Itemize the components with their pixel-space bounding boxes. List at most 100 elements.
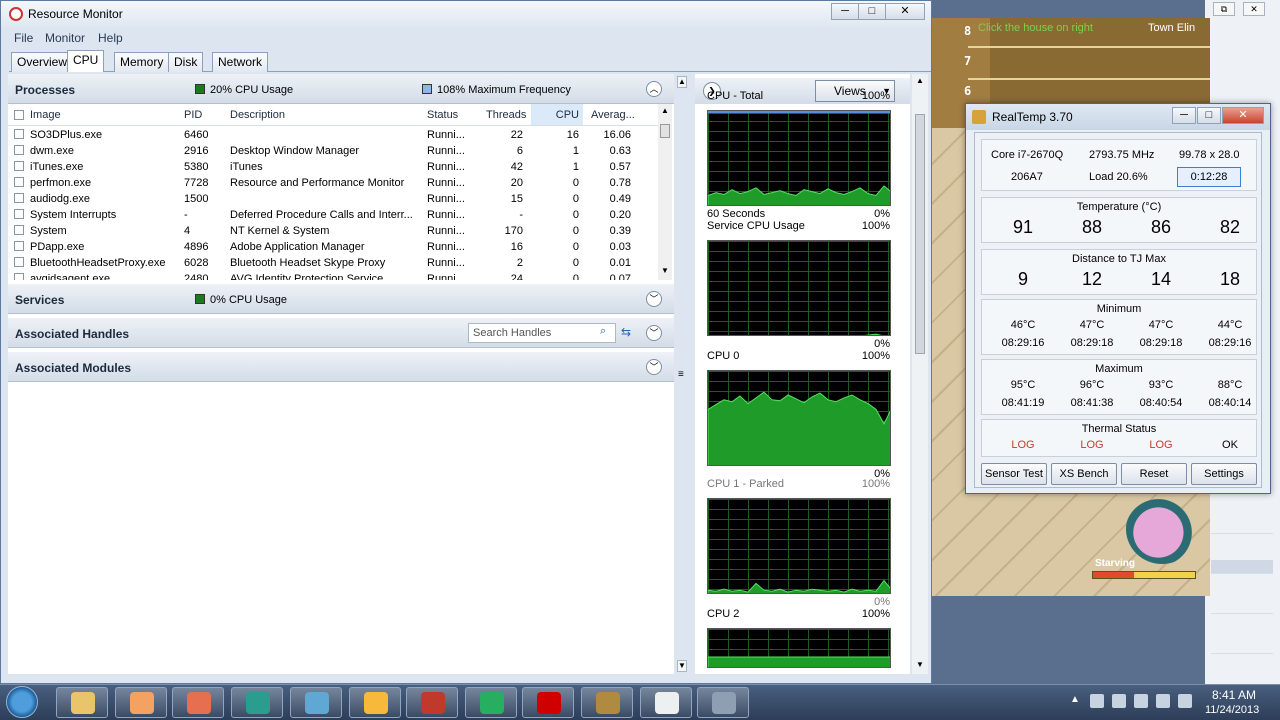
processes-scrollbar[interactable]: ▲ ▼ xyxy=(658,104,672,280)
row-checkbox[interactable] xyxy=(14,193,24,203)
realtemp-maximize-button[interactable]: □ xyxy=(1197,107,1221,124)
tray-icon[interactable] xyxy=(1112,694,1126,708)
select-all-checkbox[interactable] xyxy=(14,110,24,120)
splitter-grip-icon[interactable]: ≡ xyxy=(678,369,684,380)
title-bar[interactable]: Resource Monitor ─ □ ✕ xyxy=(1,1,931,27)
menu-help[interactable]: Help xyxy=(98,31,123,45)
taskbar-app-button[interactable] xyxy=(406,687,458,718)
table-row[interactable]: dwm.exe 2916 Desktop Window Manager Runni..… xyxy=(8,144,658,160)
taskbar-app-button[interactable] xyxy=(231,687,283,718)
graph-min-label: 0% xyxy=(874,338,890,350)
menu-file[interactable]: File xyxy=(14,31,33,45)
tray-icon[interactable] xyxy=(1134,694,1148,708)
taskbar-app-button[interactable] xyxy=(522,687,574,718)
xs-bench-button[interactable]: XS Bench xyxy=(1051,463,1117,485)
row-checkbox[interactable] xyxy=(14,273,24,280)
taskbar-app-button[interactable] xyxy=(56,687,108,718)
row-checkbox[interactable] xyxy=(14,257,24,267)
services-header[interactable]: Services 0% CPU Usage ﹀ xyxy=(8,284,674,314)
taskbar-app-button[interactable] xyxy=(349,687,401,718)
expand-services-icon[interactable]: ﹀ xyxy=(646,291,662,307)
expand-modules-icon[interactable]: ﹀ xyxy=(646,359,662,375)
settings-button[interactable]: Settings xyxy=(1191,463,1257,485)
volume-icon[interactable] xyxy=(1178,694,1192,708)
row-checkbox[interactable] xyxy=(14,241,24,251)
column-cpu[interactable]: CPU xyxy=(531,104,583,125)
graphs-scroll-down-icon[interactable]: ▼ xyxy=(916,660,924,669)
table-row[interactable]: avgidsagent.exe 2480 AVG Identity Protecti… xyxy=(8,272,658,280)
search-handles-input[interactable]: Search Handles xyxy=(468,323,616,343)
column-image[interactable]: Image xyxy=(30,109,61,121)
table-row[interactable]: perfmon.exe 7728 Resource and Performance … xyxy=(8,176,658,192)
taskbar-app-button[interactable] xyxy=(581,687,633,718)
clock-time[interactable]: 8:41 AM xyxy=(1212,688,1256,702)
tab-overview[interactable]: Overview xyxy=(11,52,74,72)
graphs-scrollbar[interactable]: ▲ ▼ xyxy=(912,74,928,674)
column-description[interactable]: Description xyxy=(230,109,285,121)
graphs-scroll-up-icon[interactable]: ▲ xyxy=(916,76,924,85)
table-cell: 0 xyxy=(572,241,579,253)
sensor-test-button[interactable]: Sensor Test xyxy=(981,463,1047,485)
taskbar-app-button[interactable] xyxy=(465,687,517,718)
splitter-up-icon[interactable]: ▲ xyxy=(677,76,687,88)
table-row[interactable]: audiodg.exe 1500 Runni... 15 0 0.49 xyxy=(8,192,658,208)
taskbar-app-button[interactable] xyxy=(115,687,167,718)
game-character-icon[interactable] xyxy=(1126,494,1198,564)
table-row[interactable]: iTunes.exe 5380 iTunes Runni... 42 1 0.57 xyxy=(8,160,658,176)
tab-cpu[interactable]: CPU xyxy=(67,50,105,72)
network-icon[interactable] xyxy=(1156,694,1170,708)
row-checkbox[interactable] xyxy=(14,209,24,219)
graphs-scrollbar-thumb[interactable] xyxy=(915,114,925,354)
taskbar-app-button[interactable] xyxy=(172,687,224,718)
table-cell: Runni... xyxy=(427,273,465,280)
splitter-down-icon[interactable]: ▼ xyxy=(677,660,687,672)
table-row[interactable]: BluetoothHeadsetProxy.exe 6028 Bluetooth H… xyxy=(8,256,658,272)
scroll-up-icon[interactable]: ▲ xyxy=(661,106,669,115)
refresh-search-icon[interactable]: ⇆ xyxy=(621,325,631,339)
row-checkbox[interactable] xyxy=(14,129,24,139)
clock-app-icon xyxy=(655,692,679,714)
timer-button[interactable]: 0:12:28 xyxy=(1177,167,1241,187)
column-average[interactable]: Averag... xyxy=(591,109,635,121)
row-checkbox[interactable] xyxy=(14,161,24,171)
column-threads[interactable]: Threads xyxy=(486,109,526,121)
taskbar-app-button[interactable] xyxy=(640,687,692,718)
taskbar-app-button[interactable] xyxy=(290,687,342,718)
table-row[interactable]: System Interrupts - Deferred Procedure Cal… xyxy=(8,208,658,224)
processes-header[interactable]: Processes 20% CPU Usage 108% Maximum Fre… xyxy=(8,74,674,104)
maximize-button[interactable]: □ xyxy=(858,3,886,20)
start-button[interactable] xyxy=(6,686,38,718)
tab-disk[interactable]: Disk xyxy=(168,52,204,72)
close-button[interactable]: ✕ xyxy=(885,3,925,20)
column-status[interactable]: Status xyxy=(427,109,458,121)
modules-header[interactable]: Associated Modules ﹀ xyxy=(8,352,674,382)
realtemp-title-bar[interactable]: RealTemp 3.70 ─ □ ✕ xyxy=(966,104,1270,130)
search-icon[interactable]: ⌕ xyxy=(600,325,606,338)
processes-title: Processes xyxy=(15,83,76,97)
table-row[interactable]: System 4 NT Kernel & System Runni... 170 0 0.3… xyxy=(8,224,658,240)
scroll-down-icon[interactable]: ▼ xyxy=(661,266,669,275)
row-checkbox[interactable] xyxy=(14,145,24,155)
reset-button[interactable]: Reset xyxy=(1121,463,1187,485)
clock-date[interactable]: 11/24/2013 xyxy=(1205,704,1259,716)
pane-splitter[interactable]: ▲ ≡ ▼ xyxy=(674,74,688,674)
table-row[interactable]: PDapp.exe 4896 Adobe Application Manager Ru… xyxy=(8,240,658,256)
minimize-button[interactable]: ─ xyxy=(831,3,859,20)
scrollbar-thumb[interactable] xyxy=(660,124,670,138)
tray-icon[interactable] xyxy=(1090,694,1104,708)
tab-memory[interactable]: Memory xyxy=(114,52,170,72)
column-pid[interactable]: PID xyxy=(184,109,202,121)
collapse-processes-icon[interactable]: ︿ xyxy=(646,81,662,97)
taskbar-app-button[interactable] xyxy=(697,687,749,718)
table-cell: 6460 xyxy=(184,129,209,141)
table-cell: Runni... xyxy=(427,257,465,269)
menu-monitor[interactable]: Monitor xyxy=(45,31,85,45)
row-checkbox[interactable] xyxy=(14,225,24,235)
realtemp-close-button[interactable]: ✕ xyxy=(1222,107,1264,124)
tab-network[interactable]: Network xyxy=(212,52,269,72)
realtemp-minimize-button[interactable]: ─ xyxy=(1172,107,1196,124)
expand-handles-icon[interactable]: ﹀ xyxy=(646,325,662,341)
table-row[interactable]: SO3DPlus.exe 6460 Runni... 22 16 16.06 xyxy=(8,128,658,144)
row-checkbox[interactable] xyxy=(14,177,24,187)
tray-expand-icon[interactable]: ▲ xyxy=(1070,694,1080,705)
